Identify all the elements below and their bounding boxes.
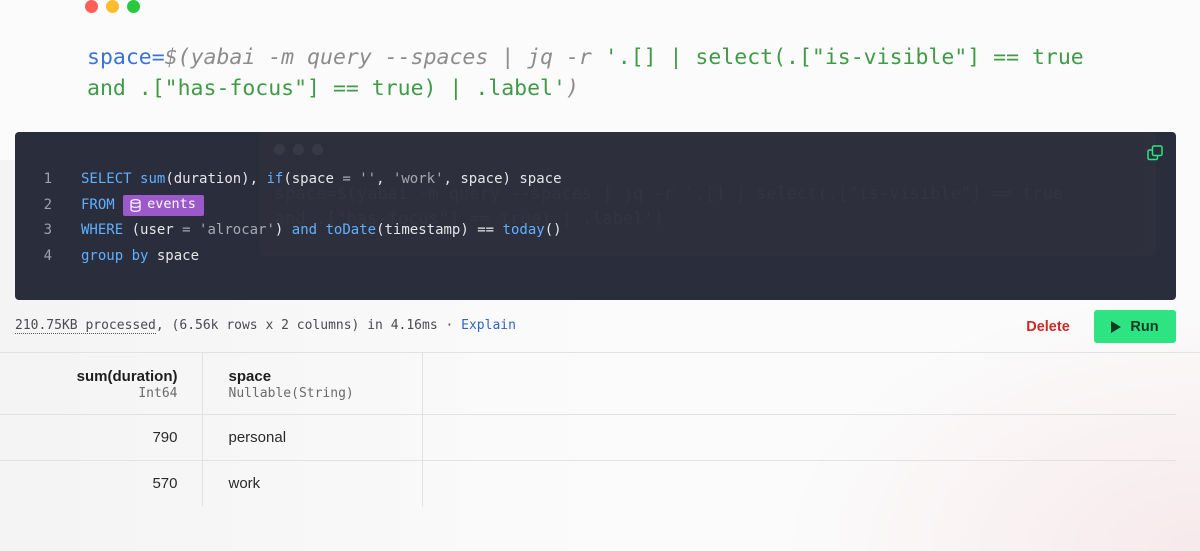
empty-cell [422, 413, 1176, 460]
keyword-from: FROM [81, 196, 115, 213]
sql-editor[interactable]: space=$(yabai -m query --spaces | jq -r … [15, 132, 1176, 300]
table-row[interactable]: 570 work [0, 459, 1176, 506]
code-text: () [544, 222, 562, 238]
copy-icon[interactable] [1147, 145, 1163, 161]
shell-variable: space [87, 45, 152, 70]
shell-subshell-close: ) [565, 76, 579, 101]
column-name: sum(duration) [76, 368, 178, 385]
database-icon [130, 198, 141, 212]
string-literal-empty: '' [359, 171, 377, 187]
play-icon [1111, 320, 1122, 333]
maximize-window-icon[interactable] [127, 0, 140, 13]
table-cell: personal [202, 413, 423, 460]
code-line: 1 SELECT sum (duration), if (space = '', 'w… [15, 167, 562, 193]
operator-equals: = [182, 222, 191, 238]
delete-button[interactable]: Delete [1012, 311, 1084, 343]
table-cell: 570 [0, 459, 203, 506]
code-text: (timestamp) [376, 222, 478, 238]
keyword-group-by: group by [81, 247, 149, 264]
results-table: sum(duration) Int64 space Nullable(String)… [0, 352, 1176, 506]
shell-yabai-command: yabai -m query --spaces | jq -r [190, 45, 592, 70]
function-todate: toDate [325, 222, 377, 238]
shell-jq-filter-line2: and .["has-focus"] == true) | .label' [87, 76, 566, 101]
code-text: , space) space [443, 171, 562, 187]
shell-subshell-open: $( [164, 45, 191, 70]
code-text: (space [283, 171, 343, 187]
column-type: Nullable(String) [228, 386, 354, 401]
function-today: today [502, 222, 545, 238]
run-label: Run [1130, 318, 1159, 335]
code-line: 4 group by space [15, 244, 562, 270]
line-number: 3 [43, 222, 52, 238]
query-stats: 210.75KB processed, (6.56k rows x 2 colu… [15, 318, 516, 334]
explain-link[interactable]: Explain [461, 318, 516, 333]
function-sum: sum [140, 171, 166, 187]
line-number: 2 [43, 196, 52, 213]
run-button[interactable]: Run [1094, 310, 1176, 343]
empty-cell [422, 459, 1176, 506]
datasource-name: events [147, 196, 196, 213]
sql-code[interactable]: 1 SELECT sum (duration), if (space = '', 'w… [15, 167, 562, 269]
datasource-tag-events[interactable]: events [123, 194, 204, 216]
minimize-window-icon[interactable] [106, 0, 119, 13]
shell-equals: = [151, 45, 165, 70]
column-header[interactable]: space Nullable(String) [202, 352, 423, 414]
function-if: if [266, 171, 284, 187]
table-header-row: sum(duration) Int64 space Nullable(String) [0, 352, 1176, 414]
column-type: Int64 [138, 386, 178, 401]
string-literal-work: 'work' [392, 171, 444, 187]
table-cell: 790 [0, 413, 203, 460]
keyword-and: and [291, 222, 318, 238]
table-row[interactable]: 790 personal [0, 413, 1176, 460]
shell-command-snippet: space=$(yabai -m query --spaces | jq -r … [87, 42, 1147, 104]
operator-equals: = [342, 171, 351, 187]
code-line: 2 FROM events [15, 193, 562, 219]
ghost-window-controls [274, 144, 323, 155]
line-number: 1 [43, 171, 52, 187]
string-literal-user: 'alrocar' [199, 222, 275, 238]
code-text: ) [274, 222, 292, 238]
column-header[interactable]: sum(duration) Int64 [0, 352, 203, 414]
processed-size: 210.75KB processed [15, 318, 156, 334]
close-window-icon[interactable] [85, 0, 98, 13]
keyword-where: WHERE [81, 222, 124, 238]
column-name: space [228, 368, 272, 385]
code-text: (duration), [165, 171, 267, 187]
window-controls [85, 0, 140, 13]
table-cell: work [202, 459, 423, 506]
shell-jq-filter-line1: '.[] | select(.["is-visible"] == true [591, 45, 1084, 70]
empty-column [422, 352, 1176, 414]
code-text: (user [123, 222, 183, 238]
query-details: , (6.56k rows x 2 columns) in 4.16ms · [155, 318, 462, 333]
line-number: 4 [43, 247, 52, 264]
operator-double-equals: == [477, 222, 495, 238]
keyword-select: SELECT [81, 171, 132, 187]
code-text: , [376, 171, 393, 187]
code-text: space [148, 247, 200, 264]
code-line: 3 WHERE (user = 'alrocar') and toDate (tim… [15, 218, 562, 244]
